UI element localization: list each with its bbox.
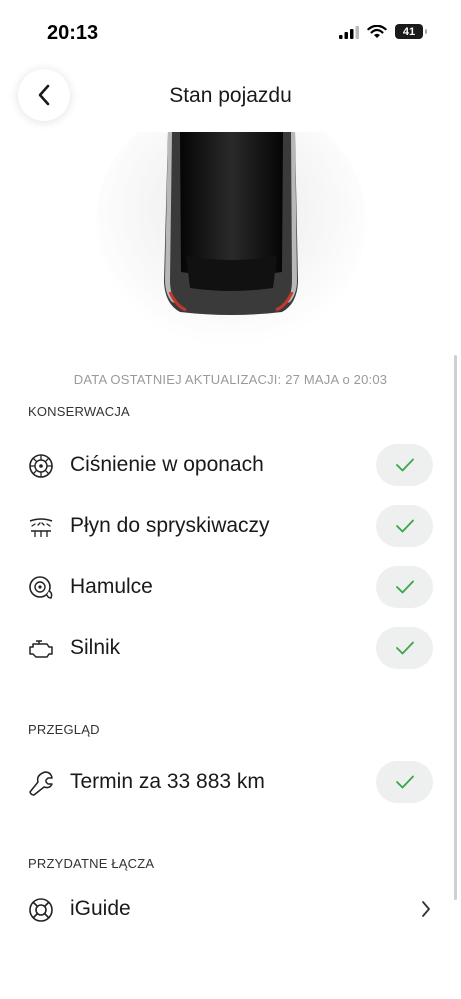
wrench-icon <box>29 771 53 796</box>
lifebuoy-icon <box>29 898 53 922</box>
status-icons: 41 <box>339 24 427 39</box>
status-time: 20:13 <box>47 22 99 44</box>
battery-indicator: 41 <box>395 24 427 39</box>
status-ok-badge <box>376 761 433 803</box>
list-item-washer-fluid[interactable]: Płyn do spryskiwaczy <box>0 501 461 551</box>
list-item-label: Termin za 33 883 km <box>70 770 265 793</box>
list-item-label: Płyn do spryskiwaczy <box>70 514 270 537</box>
brakes-icon <box>29 576 53 599</box>
section-label-service: PRZEGLĄD <box>28 722 100 737</box>
list-item-iguide[interactable]: iGuide <box>0 884 461 934</box>
checkmark-icon <box>395 775 414 789</box>
checkmark-icon <box>395 580 414 594</box>
checkmark-icon <box>395 519 414 533</box>
checkmark-icon <box>395 641 414 655</box>
status-ok-badge <box>376 627 433 669</box>
status-bar: 20:13 41 <box>0 0 461 62</box>
last-update-text: DATA OSTATNIEJ AKTUALIZACJI: 27 MAJA o 2… <box>73 372 388 387</box>
scrollbar[interactable] <box>454 355 457 900</box>
wifi-icon <box>367 24 387 38</box>
list-item-tire-pressure[interactable]: Ciśnienie w oponach <box>0 440 461 490</box>
list-item-engine[interactable]: Silnik <box>0 623 461 673</box>
list-item-label: Hamulce <box>70 575 153 598</box>
chevron-right-icon <box>422 901 430 917</box>
tire-pressure-icon <box>29 454 53 478</box>
page-title: Stan pojazdu <box>169 84 292 107</box>
status-ok-badge <box>376 444 433 486</box>
list-item-brakes[interactable]: Hamulce <box>0 562 461 612</box>
washer-fluid-icon <box>29 518 53 537</box>
section-label-links: PRZYDATNE ŁĄCZA <box>28 856 155 871</box>
checkmark-icon <box>395 458 414 472</box>
engine-icon <box>29 640 53 658</box>
nav-header: Stan pojazdu <box>0 62 461 132</box>
list-item-label: iGuide <box>70 897 131 920</box>
list-item-label: Silnik <box>70 636 121 659</box>
list-item-service-due[interactable]: Termin za 33 883 km <box>0 757 461 807</box>
cellular-signal-icon <box>339 25 359 39</box>
status-ok-badge <box>376 505 433 547</box>
list-item-label: Ciśnienie w oponach <box>70 453 264 476</box>
section-label-maintenance: KONSERWACJA <box>28 404 130 419</box>
car-image <box>0 132 461 352</box>
status-ok-badge <box>376 566 433 608</box>
